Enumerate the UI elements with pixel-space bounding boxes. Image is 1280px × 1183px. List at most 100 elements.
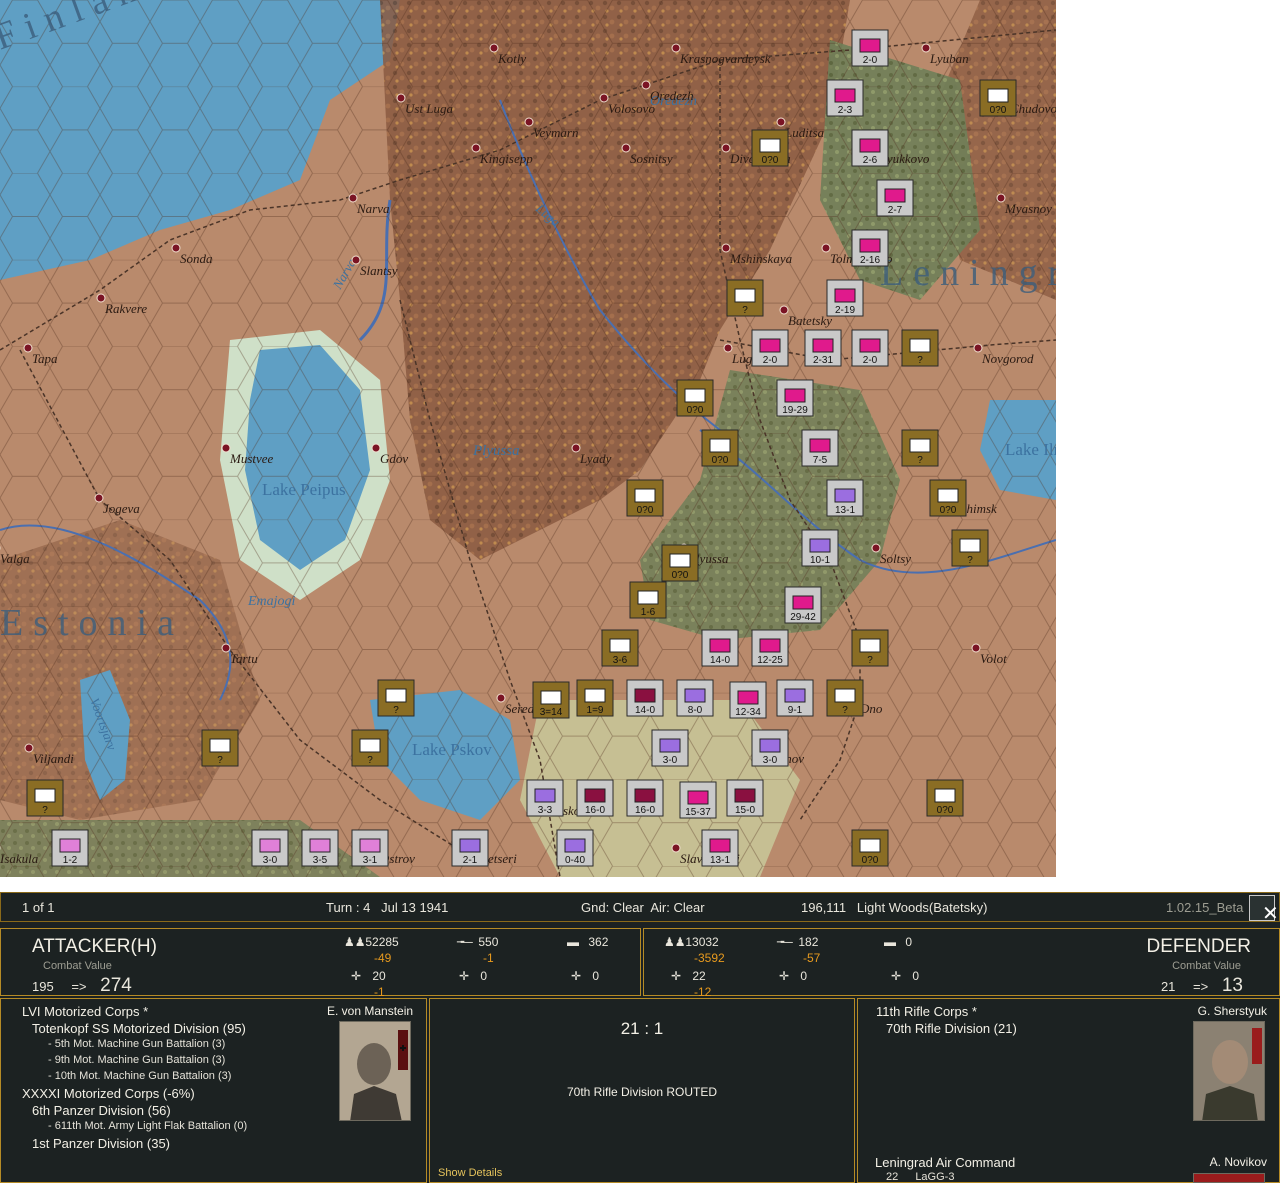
formation-entry[interactable]: 6th Panzer Division (56) bbox=[32, 1103, 171, 1118]
unit-counter[interactable]: 12-34 bbox=[729, 681, 767, 719]
air-unit-count: 22 bbox=[886, 1171, 899, 1183]
defender-cv-label: Combat Value bbox=[1172, 960, 1241, 972]
unit-counter[interactable]: 3-1 bbox=[351, 829, 389, 867]
unit-counter[interactable]: 0-40 bbox=[556, 829, 594, 867]
unit-counter[interactable]: 19-29 bbox=[776, 379, 814, 417]
unit-counter[interactable]: 0?0 bbox=[626, 479, 664, 517]
unit-type-symbol bbox=[609, 638, 631, 653]
formation-entry[interactable]: XXXXI Motorized Corps (-6%) bbox=[22, 1086, 195, 1101]
unit-counter[interactable]: 29-42 bbox=[784, 586, 822, 624]
unit-counter[interactable]: 3=14 bbox=[532, 681, 570, 719]
unit-counter[interactable]: ? bbox=[26, 779, 64, 817]
unit-counter[interactable]: 2-16 bbox=[851, 229, 889, 267]
town-marker bbox=[96, 293, 106, 303]
formation-entry[interactable]: LVI Motorized Corps * bbox=[22, 1004, 148, 1019]
formation-entry[interactable]: - 9th Mot. Machine Gun Battalion (3) bbox=[48, 1054, 225, 1066]
formation-entry[interactable]: 1st Panzer Division (35) bbox=[32, 1136, 170, 1151]
town-marker bbox=[621, 143, 631, 153]
counter-strength: 14-0 bbox=[635, 705, 655, 716]
unit-counter[interactable]: 2-0 bbox=[751, 329, 789, 367]
unit-counter[interactable]: 0?0 bbox=[751, 129, 789, 167]
region-label-leningrad: Leningrad bbox=[880, 252, 1056, 294]
unit-counter[interactable]: 1-2 bbox=[51, 829, 89, 867]
defender-commander-portrait[interactable] bbox=[1193, 1021, 1265, 1121]
show-details-link[interactable]: Show Details bbox=[438, 1167, 502, 1179]
unit-counter[interactable]: 2-0 bbox=[851, 29, 889, 67]
unit-counter[interactable]: 12-25 bbox=[751, 629, 789, 667]
formation-entry[interactable]: 11th Rifle Corps * bbox=[876, 1004, 977, 1019]
water-label: Emajogi bbox=[247, 594, 296, 609]
place-name: Tartu bbox=[230, 651, 258, 666]
unit-counter[interactable]: ? bbox=[201, 729, 239, 767]
hex-info: 196,111 Light Woods(Batetsky) bbox=[801, 900, 988, 915]
unit-type-symbol bbox=[859, 238, 881, 253]
unit-type-symbol bbox=[734, 788, 756, 803]
unit-counter[interactable]: 0?0 bbox=[676, 379, 714, 417]
unit-counter[interactable]: 0?0 bbox=[926, 779, 964, 817]
unit-counter[interactable]: 3-6 bbox=[601, 629, 639, 667]
unit-counter[interactable]: ? bbox=[726, 279, 764, 317]
unit-counter[interactable]: 7-5 bbox=[801, 429, 839, 467]
unit-counter[interactable]: 13-1 bbox=[701, 829, 739, 867]
unit-counter[interactable]: 8-0 bbox=[676, 679, 714, 717]
unit-type-symbol bbox=[534, 788, 556, 803]
counter-strength: ? bbox=[367, 755, 373, 766]
unit-counter[interactable]: 2-19 bbox=[826, 279, 864, 317]
unit-counter[interactable]: 2-31 bbox=[804, 329, 842, 367]
unit-counter[interactable]: 3-0 bbox=[251, 829, 289, 867]
close-button[interactable]: ✕ bbox=[1249, 895, 1279, 925]
formation-entry[interactable]: Totenkopf SS Motorized Division (95) bbox=[32, 1021, 246, 1036]
unit-counter[interactable]: 0?0 bbox=[929, 479, 967, 517]
air-commander-portrait[interactable] bbox=[1193, 1173, 1265, 1183]
unit-counter[interactable]: ? bbox=[901, 429, 939, 467]
game-map[interactable]: Finland Leningrad Estonia Lake Peipus La… bbox=[0, 0, 1056, 877]
unit-counter[interactable]: 14-0 bbox=[701, 629, 739, 667]
formation-entry[interactable]: - 10th Mot. Machine Gun Battalion (3) bbox=[48, 1070, 231, 1082]
map-canvas[interactable]: Finland Leningrad Estonia Lake Peipus La… bbox=[0, 0, 1056, 877]
unit-counter[interactable]: 9-1 bbox=[776, 679, 814, 717]
unit-type-symbol bbox=[987, 88, 1009, 103]
unit-counter[interactable]: 15-0 bbox=[726, 779, 764, 817]
unit-counter[interactable]: 2-1 bbox=[451, 829, 489, 867]
unit-counter[interactable]: 15-37 bbox=[679, 781, 717, 819]
unit-counter[interactable]: 2-3 bbox=[826, 79, 864, 117]
unit-type-symbol bbox=[634, 688, 656, 703]
unit-counter[interactable]: 3-0 bbox=[751, 729, 789, 767]
unit-counter[interactable]: 14-0 bbox=[626, 679, 664, 717]
unit-type-symbol bbox=[737, 690, 759, 705]
formation-entry[interactable]: 70th Rifle Division (21) bbox=[886, 1021, 1017, 1036]
defender-guns: ╼─ 182 -57 bbox=[777, 935, 821, 965]
counter-strength: 3-1 bbox=[363, 855, 378, 866]
unit-counter[interactable]: 3-5 bbox=[301, 829, 339, 867]
unit-counter[interactable]: ? bbox=[377, 679, 415, 717]
unit-counter[interactable]: 0?0 bbox=[851, 829, 889, 867]
unit-counter[interactable]: 13-1 bbox=[826, 479, 864, 517]
unit-counter[interactable]: 10-1 bbox=[801, 529, 839, 567]
infantry-icon: ♟♟ bbox=[664, 935, 686, 949]
place-name: Mustvee bbox=[229, 451, 274, 466]
unit-counter[interactable]: 2-0 bbox=[851, 329, 889, 367]
formation-entry[interactable]: - 611th Mot. Army Light Flak Battalion (… bbox=[48, 1120, 247, 1132]
town-marker bbox=[996, 193, 1006, 203]
unit-counter[interactable]: ? bbox=[851, 629, 889, 667]
unit-counter[interactable]: 2-6 bbox=[851, 129, 889, 167]
unit-counter[interactable]: 1-6 bbox=[629, 581, 667, 619]
counter-strength: 2-7 bbox=[888, 205, 903, 216]
unit-counter[interactable]: 3-3 bbox=[526, 779, 564, 817]
unit-counter[interactable]: 3-0 bbox=[651, 729, 689, 767]
unit-counter[interactable]: 0?0 bbox=[979, 79, 1017, 117]
unit-counter[interactable]: 0?0 bbox=[701, 429, 739, 467]
unit-counter[interactable]: ? bbox=[826, 679, 864, 717]
unit-counter[interactable]: ? bbox=[951, 529, 989, 567]
unit-counter[interactable]: 0?0 bbox=[661, 544, 699, 582]
unit-counter[interactable]: ? bbox=[901, 329, 939, 367]
unit-counter[interactable]: 2-7 bbox=[876, 179, 914, 217]
counter-strength: 0?0 bbox=[940, 505, 957, 516]
unit-counter[interactable]: 1=9 bbox=[576, 679, 614, 717]
counter-strength: 2-19 bbox=[835, 305, 855, 316]
unit-counter[interactable]: ? bbox=[351, 729, 389, 767]
formation-entry[interactable]: - 5th Mot. Machine Gun Battalion (3) bbox=[48, 1038, 225, 1050]
unit-counter[interactable]: 16-0 bbox=[626, 779, 664, 817]
attacker-commander-portrait[interactable] bbox=[339, 1021, 411, 1121]
unit-counter[interactable]: 16-0 bbox=[576, 779, 614, 817]
